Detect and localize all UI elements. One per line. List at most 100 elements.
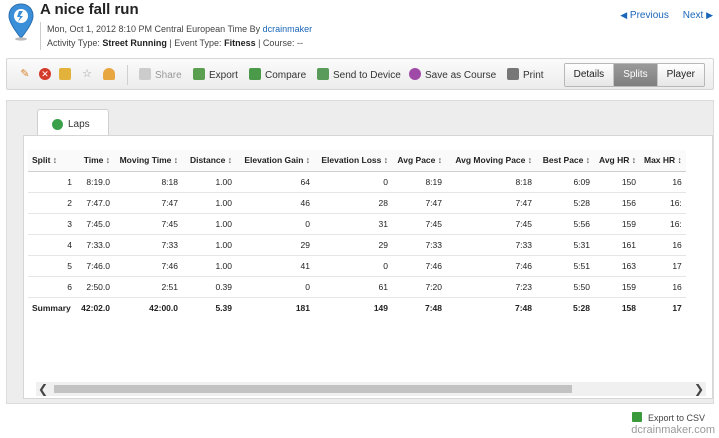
scrollbar-thumb[interactable] xyxy=(54,385,572,393)
author-link[interactable]: dcrainmaker xyxy=(263,24,313,34)
tab-details[interactable]: Details xyxy=(564,64,614,86)
table-cell: 150 xyxy=(594,171,640,193)
chevron-left-icon: ◀ xyxy=(620,10,628,20)
view-switcher: Details Splits Player xyxy=(563,63,705,87)
column-header[interactable]: Elevation Loss ↕ xyxy=(314,150,392,172)
table-row[interactable]: 6 2:50.0 2:51 0.39 0 61 7:20 7:23 5:50 159 16 xyxy=(28,276,686,298)
table-cell: 5 xyxy=(28,255,76,277)
table-cell: 0 xyxy=(314,171,392,193)
table-row[interactable]: 1 8:19.0 8:18 1.00 64 0 8:19 8:18 6:09 150 16 xyxy=(28,171,686,193)
column-header[interactable]: Time ↕ xyxy=(76,150,114,172)
table-row[interactable]: 5 7:46.0 7:46 1.00 41 0 7:46 7:46 5:51 163 17 xyxy=(28,255,686,277)
column-header[interactable]: Distance ↕ xyxy=(182,150,236,172)
column-header[interactable]: Best Pace ↕ xyxy=(536,150,594,172)
table-cell: 2 xyxy=(28,192,76,214)
table-row[interactable]: 4 7:33.0 7:33 1.00 29 29 7:33 7:33 5:31 161 16 xyxy=(28,234,686,256)
export-csv-link[interactable]: Export to CSV xyxy=(631,412,705,423)
column-header[interactable]: Avg Moving Pace ↕ xyxy=(446,150,536,172)
table-cell: 64 xyxy=(236,171,314,193)
table-cell: 7:47 xyxy=(446,192,536,214)
edit-icon[interactable]: ✎ xyxy=(19,68,31,80)
table-cell: 156 xyxy=(594,192,640,214)
compare-button[interactable]: Compare xyxy=(249,68,306,81)
table-cell: 0.39 xyxy=(182,276,236,298)
table-cell: 8:19 xyxy=(392,171,446,193)
activity-type-value: Street Running xyxy=(102,38,167,48)
scroll-left-icon[interactable]: ❮ xyxy=(36,382,50,396)
export-button[interactable]: Export xyxy=(193,68,238,81)
table-cell: 7:46.0 xyxy=(76,255,114,277)
table-cell: 28 xyxy=(314,192,392,214)
horizontal-scrollbar[interactable]: ❮ ❯ xyxy=(36,382,706,396)
table-row[interactable]: 2 7:47.0 7:47 1.00 46 28 7:47 7:47 5:28 156 16: xyxy=(28,192,686,214)
table-cell: 7:23 xyxy=(446,276,536,298)
share-button[interactable]: Share xyxy=(139,68,182,81)
table-cell: 61 xyxy=(314,276,392,298)
tab-player[interactable]: Player xyxy=(656,64,704,86)
table-cell: 159 xyxy=(594,276,640,298)
previous-link[interactable]: ◀ Previous xyxy=(620,10,669,21)
table-cell: 16: xyxy=(640,213,686,235)
laps-table: Split ↕ Time ↕ Moving Time ↕ Distance ↕ Elev… xyxy=(28,150,686,318)
tab-splits[interactable]: Splits xyxy=(613,64,657,86)
save-as-course-button[interactable]: Save as Course xyxy=(409,68,496,81)
previous-label: Previous xyxy=(629,10,669,21)
table-cell: 7:47 xyxy=(392,192,446,214)
course-icon xyxy=(409,68,421,80)
toolbar: ✎ ✕ ☆ Share Export Compare Send to Devic… xyxy=(6,58,714,90)
print-button[interactable]: Print xyxy=(507,68,544,81)
column-header[interactable]: Avg HR ↕ xyxy=(594,150,640,172)
laps-tab-label: Laps xyxy=(68,119,90,130)
table-cell: 1.00 xyxy=(182,255,236,277)
laps-icon xyxy=(52,119,63,130)
star-icon[interactable]: ☆ xyxy=(81,68,93,80)
column-header[interactable]: Moving Time ↕ xyxy=(114,150,182,172)
activity-meta: Mon, Oct 1, 2012 8:10 PM Central Europea… xyxy=(40,22,312,50)
column-header[interactable]: Split ↕ xyxy=(28,150,76,172)
chevron-right-icon: ▶ xyxy=(706,10,713,20)
column-header[interactable]: Avg Pace ↕ xyxy=(392,150,446,172)
table-cell: 16 xyxy=(640,171,686,193)
laps-table-viewport: Split ↕ Time ↕ Moving Time ↕ Distance ↕ Elev… xyxy=(28,150,706,360)
next-link[interactable]: Next ▶ xyxy=(683,10,713,21)
summary-cell: 42:00.0 xyxy=(149,302,178,313)
send-to-device-button[interactable]: Send to Device xyxy=(317,68,401,81)
table-cell: 5:28 xyxy=(536,192,594,214)
table-cell: 7:46 xyxy=(392,255,446,277)
table-cell: 7:33 xyxy=(392,234,446,256)
summary-cell: 5.39 xyxy=(215,302,232,313)
summary-cell: 17 xyxy=(672,302,682,313)
send-icon xyxy=(317,68,329,80)
summary-row: Summary 42:02.0 42:00.0 5.39 181 149 7:48 7:48 5… xyxy=(28,297,686,318)
column-header[interactable]: Elevation Gain ↕ xyxy=(236,150,314,172)
table-cell: 16 xyxy=(640,276,686,298)
table-cell: 7:45 xyxy=(114,213,182,235)
summary-cell: 149 xyxy=(373,302,388,313)
excel-icon xyxy=(631,412,642,422)
date-line: Mon, Oct 1, 2012 8:10 PM Central Europea… xyxy=(47,22,312,36)
table-row[interactable]: 3 7:45.0 7:45 1.00 0 31 7:45 7:45 5:56 159 16: xyxy=(28,213,686,235)
table-cell: 6 xyxy=(28,276,76,298)
lock-icon[interactable] xyxy=(59,68,71,80)
laps-content: Split ↕ Time ↕ Moving Time ↕ Distance ↕ Elev… xyxy=(23,135,713,399)
column-header[interactable]: Max HR ↕ xyxy=(640,150,686,172)
print-label: Print xyxy=(523,70,544,81)
table-cell: 29 xyxy=(236,234,314,256)
table-cell: 3 xyxy=(28,213,76,235)
table-cell: 7:46 xyxy=(114,255,182,277)
summary-cell: Summary xyxy=(32,302,71,313)
table-cell: 2:51 xyxy=(114,276,182,298)
scroll-right-icon[interactable]: ❯ xyxy=(692,382,706,396)
course-label: | Course: -- xyxy=(255,38,303,48)
table-cell: 5:31 xyxy=(536,234,594,256)
summary-cell: 5:28 xyxy=(572,302,590,313)
table-cell: 1.00 xyxy=(182,192,236,214)
splits-panel: Laps Split ↕ Time ↕ Moving Time ↕ Distance … xyxy=(6,100,714,404)
activity-type-label: Activity Type: xyxy=(47,38,103,48)
next-label: Next xyxy=(682,10,704,21)
table-cell: 5:50 xyxy=(536,276,594,298)
table-cell: 6:09 xyxy=(536,171,594,193)
user-icon[interactable] xyxy=(103,68,115,80)
tab-laps[interactable]: Laps xyxy=(37,109,109,136)
delete-icon[interactable]: ✕ xyxy=(39,68,51,80)
